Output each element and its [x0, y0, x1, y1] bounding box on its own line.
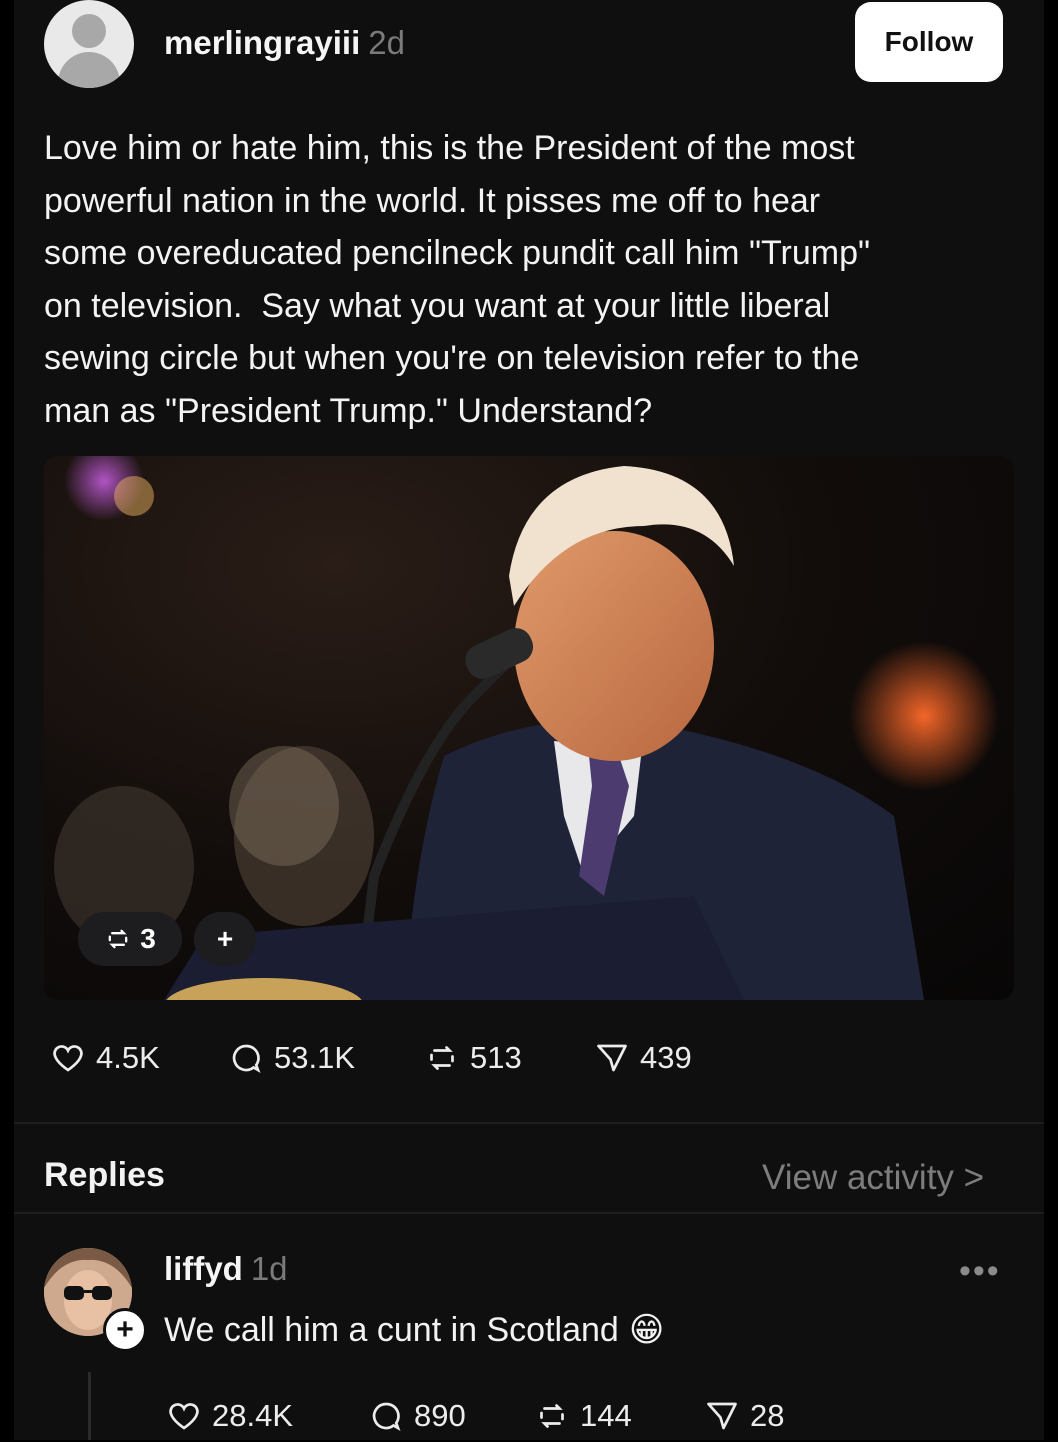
post-username[interactable]: merlingrayiii 2d — [164, 24, 405, 62]
share-count: 439 — [640, 1040, 692, 1075]
post-image[interactable] — [44, 456, 1014, 1000]
comment-button[interactable]: 53.1K — [228, 1040, 355, 1076]
post-time: 2d — [368, 24, 405, 61]
comment-count: 53.1K — [274, 1040, 356, 1075]
plus-icon: + — [216, 923, 234, 954]
repost-button[interactable]: 513 — [424, 1040, 522, 1076]
president-photo — [54, 456, 999, 1000]
repost-icon — [540, 1404, 564, 1428]
follow-button[interactable]: Follow — [855, 2, 1003, 82]
reply-comment-button[interactable]: 890 — [368, 1398, 466, 1434]
reply-like-button[interactable]: 28.4K — [166, 1398, 293, 1434]
avatar[interactable] — [44, 0, 134, 88]
repost-icon — [108, 929, 128, 949]
divider — [14, 1122, 1044, 1124]
reply-repost-button[interactable]: 144 — [534, 1398, 632, 1434]
post-text: Love him or hate him, this is the Presid… — [44, 129, 871, 430]
reply-repost-count: 144 — [580, 1398, 632, 1433]
repost-count: 513 — [470, 1040, 522, 1075]
reply-username-text[interactable]: liffyd — [164, 1250, 243, 1287]
add-button[interactable]: + — [194, 912, 256, 966]
share-button[interactable]: 439 — [594, 1040, 692, 1076]
heart-icon — [169, 1403, 199, 1430]
repost-icon — [430, 1046, 454, 1070]
reply-username[interactable]: liffyd 1d — [164, 1250, 288, 1288]
repost-count: 3 — [140, 923, 156, 954]
thread-line — [88, 1372, 91, 1440]
share-icon — [597, 1044, 627, 1072]
reply-text-content: We call him a cunt in Scotland — [164, 1310, 619, 1349]
follow-plus-icon[interactable]: + — [103, 1308, 147, 1352]
reply-like-count: 28.4K — [212, 1398, 294, 1433]
repost-count-chip[interactable]: 3 — [78, 912, 182, 966]
reply-text: We call him a cunt in Scotland 😁 — [164, 1310, 664, 1350]
screen: merlingrayiii 2d Follow Love him or hate … — [14, 0, 1044, 1440]
more-icon[interactable]: ••• — [959, 1252, 1001, 1291]
comment-icon — [372, 1402, 401, 1431]
like-count: 4.5K — [96, 1040, 160, 1075]
heart-icon — [53, 1045, 83, 1072]
reply-share-button[interactable]: 28 — [704, 1398, 784, 1434]
view-activity-link[interactable]: View activity > — [762, 1158, 984, 1198]
like-button[interactable]: 4.5K — [50, 1040, 160, 1076]
post-header: merlingrayiii 2d Follow — [44, 0, 1014, 90]
reply-time: 1d — [250, 1250, 288, 1287]
share-icon — [707, 1402, 737, 1430]
username-text[interactable]: merlingrayiii — [164, 24, 360, 61]
divider — [14, 1212, 1044, 1214]
replies-title: Replies — [44, 1156, 165, 1194]
reply-comment-count: 890 — [414, 1398, 466, 1433]
grinning-emoji-icon: 😁 — [628, 1311, 665, 1349]
reply-share-count: 28 — [750, 1398, 785, 1433]
comment-icon — [232, 1044, 261, 1073]
